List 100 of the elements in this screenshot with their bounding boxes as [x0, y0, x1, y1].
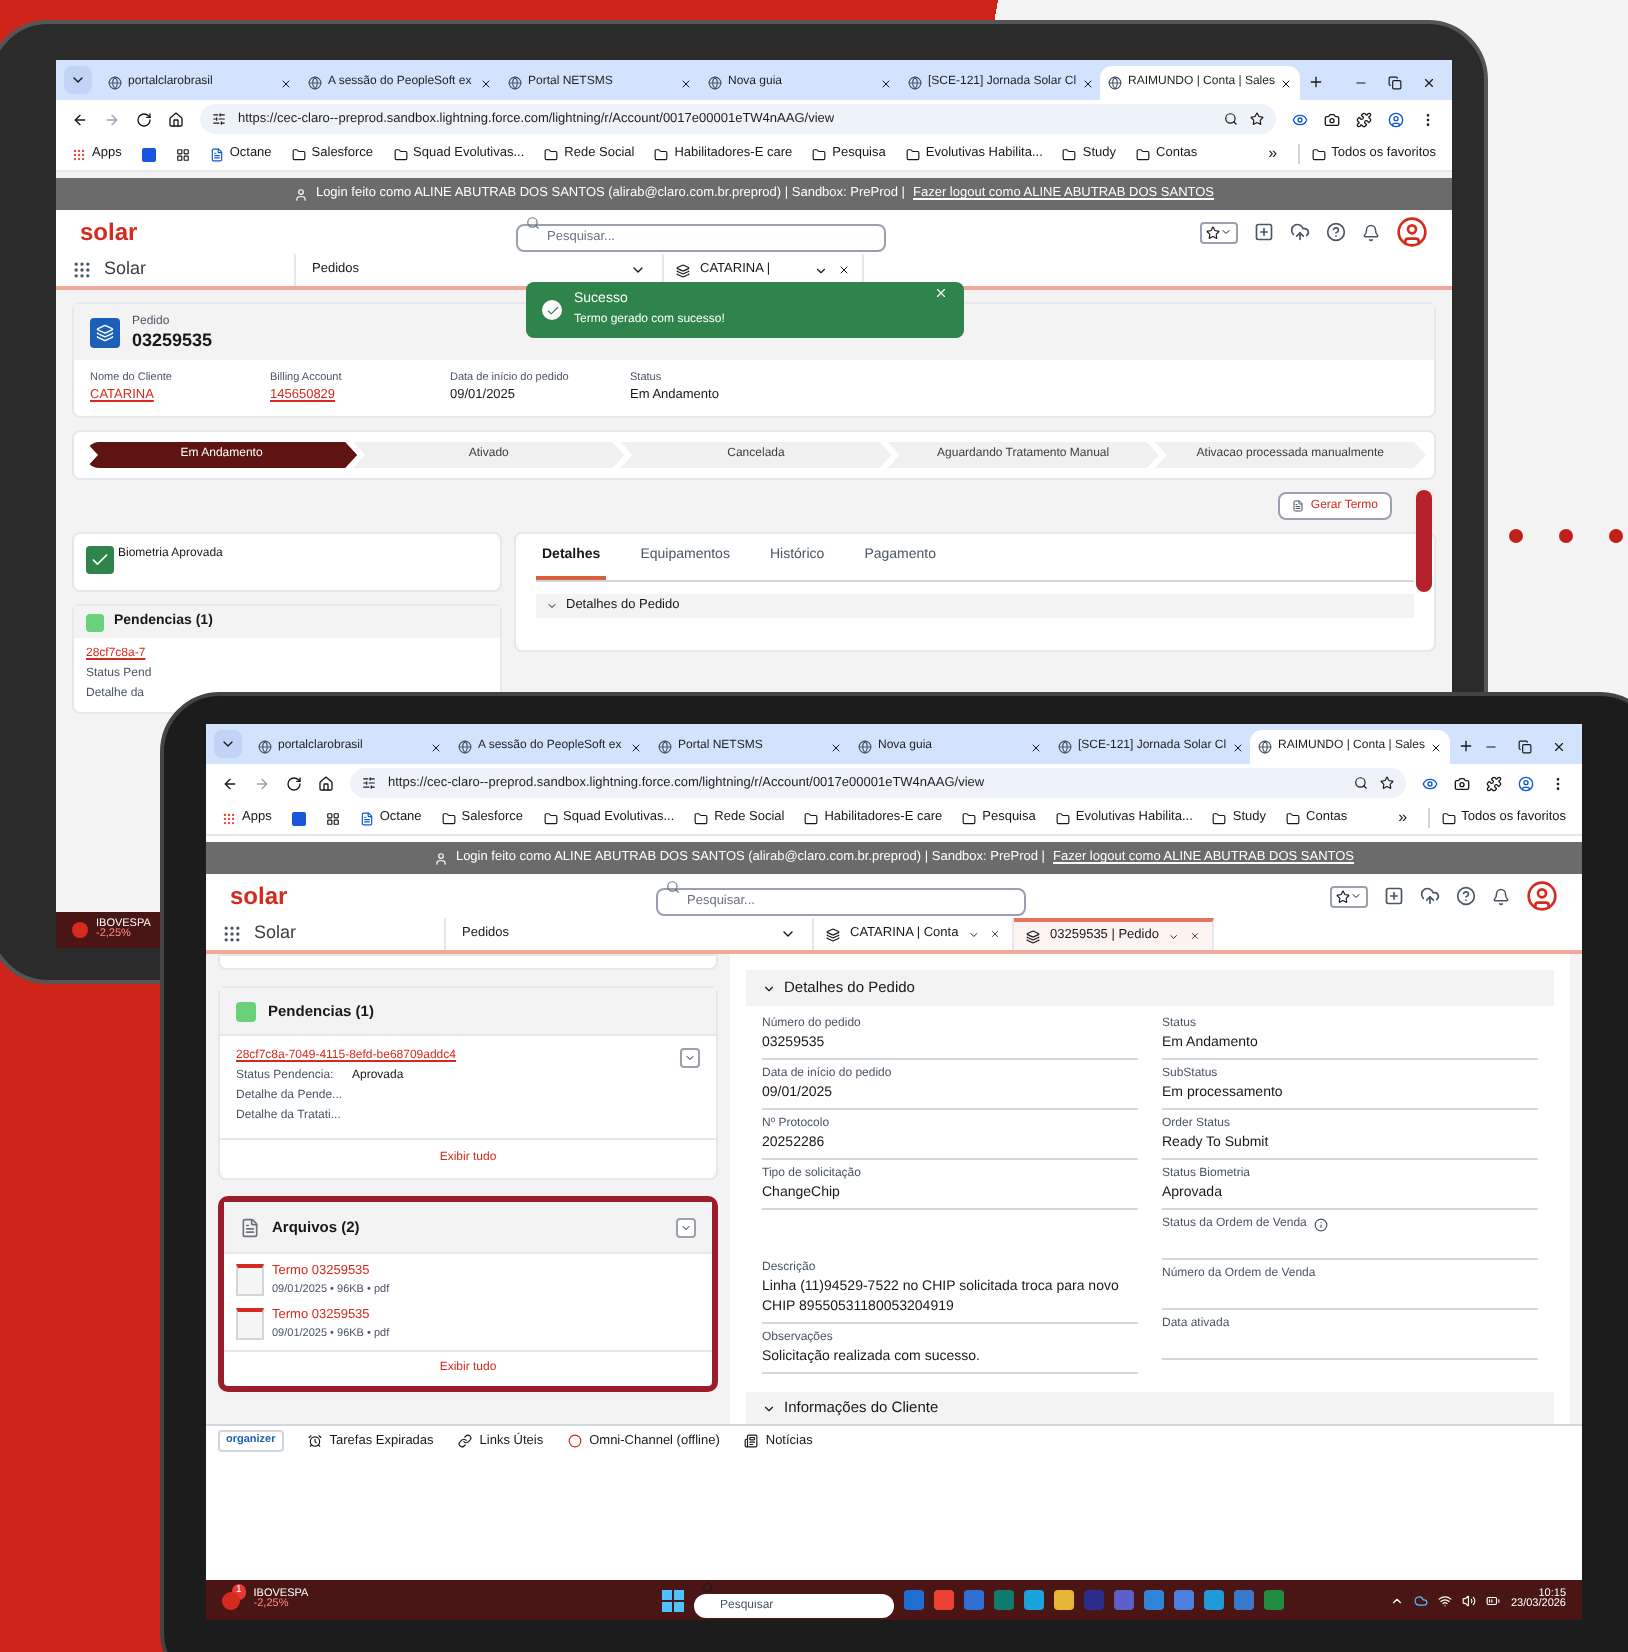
close-icon [1232, 741, 1245, 753]
close-icon [1030, 741, 1042, 753]
back-icon [222, 775, 238, 791]
globe-icon [308, 76, 322, 90]
status-ring-icon [567, 1434, 582, 1448]
user-icon [433, 851, 448, 865]
avatar-icon [1526, 880, 1558, 912]
globe-icon [108, 76, 122, 90]
apps-grid-icon [72, 147, 86, 161]
globe-icon [908, 76, 922, 90]
notifications-icon [1362, 223, 1380, 241]
user-icon [293, 187, 308, 201]
file-icon [240, 1217, 260, 1237]
avatar-icon [1396, 216, 1428, 248]
favorites-button[interactable] [1200, 221, 1238, 243]
caret-icon [780, 926, 796, 942]
forward-icon [254, 775, 270, 791]
eye-icon [1292, 111, 1308, 127]
favorites-button[interactable] [1330, 885, 1368, 907]
extensions-icon [1356, 111, 1372, 127]
reload-icon [136, 111, 152, 127]
square-app-icon[interactable] [291, 811, 306, 825]
app-name: Solar [104, 256, 147, 283]
caret-icon [680, 1221, 692, 1233]
camera-icon [1454, 775, 1470, 791]
home-icon [168, 111, 184, 127]
stock-icon[interactable] [72, 922, 88, 938]
record-icon [826, 927, 840, 941]
folder-icon [905, 147, 920, 161]
zoom-icon [1224, 112, 1238, 126]
folder-icon [393, 147, 408, 161]
stock-icon[interactable] [222, 1591, 240, 1609]
apps-grid-icon [222, 811, 236, 825]
link-icon [457, 1434, 472, 1448]
folder-icon [1062, 147, 1077, 161]
more-bookmarks-button[interactable]: » [1268, 142, 1278, 166]
folder-icon [1055, 811, 1070, 825]
globe-icon [508, 76, 522, 90]
tab-list-button[interactable] [64, 66, 92, 94]
row-menu-button[interactable] [680, 1048, 700, 1068]
close-icon [830, 741, 842, 753]
folder-icon [654, 147, 669, 161]
zoom-icon [1354, 776, 1368, 790]
chevron-icon [762, 981, 776, 995]
scroll-highlight [1416, 490, 1432, 592]
globe-icon [708, 76, 722, 90]
close-icon [1422, 76, 1436, 90]
close-icon [1280, 77, 1293, 89]
close-icon [1190, 930, 1200, 942]
logo[interactable]: solar [230, 878, 350, 914]
close-icon [838, 264, 850, 276]
more-bookmarks-button[interactable]: » [1398, 806, 1408, 830]
document-thumbnail [236, 1308, 264, 1340]
extensions-icon [1486, 775, 1502, 791]
cloud-icon [1420, 886, 1440, 906]
square-app-icon[interactable] [141, 147, 156, 161]
close-icon [934, 286, 948, 300]
search-icon [525, 215, 539, 229]
chevron-icon [546, 599, 558, 611]
new-tab-icon [1458, 738, 1474, 754]
add-icon [1254, 222, 1274, 242]
caret-icon [968, 927, 981, 941]
close-icon [880, 77, 892, 89]
caret-icon [684, 1052, 696, 1064]
folder-icon [544, 147, 559, 161]
caret-icon [70, 72, 86, 88]
caret-icon [814, 263, 828, 277]
globe-icon [458, 740, 472, 754]
folder-icon [962, 811, 977, 825]
pending-icon [86, 613, 104, 631]
checkbox[interactable] [86, 546, 114, 574]
eye-icon [1422, 775, 1438, 791]
caret-icon [1220, 226, 1232, 238]
forward-icon [104, 111, 120, 127]
reload-icon [286, 775, 302, 791]
grid-icon [325, 811, 340, 825]
caret-icon [220, 736, 236, 752]
folder-icon [804, 811, 819, 825]
caret-icon [1168, 929, 1181, 943]
close-icon [630, 741, 642, 753]
order-icon [90, 317, 120, 347]
minimize-icon [1354, 76, 1368, 90]
card-menu-button[interactable] [676, 1217, 696, 1237]
logo[interactable]: solar [80, 214, 200, 250]
home-icon [318, 775, 334, 791]
globe-icon [1058, 740, 1072, 754]
tab-list-button[interactable] [214, 730, 242, 758]
start-icon[interactable] [662, 1589, 684, 1611]
folder-icon [694, 811, 709, 825]
bookmark-star-icon [1250, 112, 1264, 126]
add-icon [1384, 886, 1404, 906]
restore-icon [1388, 76, 1402, 90]
caret-icon [1350, 890, 1362, 902]
globe-icon [858, 740, 872, 754]
grid-icon [175, 147, 190, 161]
folder-icon [543, 811, 558, 825]
close-icon [1430, 741, 1443, 753]
alarm-icon [307, 1434, 322, 1448]
globe-icon [1108, 76, 1122, 90]
globe-icon [258, 740, 272, 754]
